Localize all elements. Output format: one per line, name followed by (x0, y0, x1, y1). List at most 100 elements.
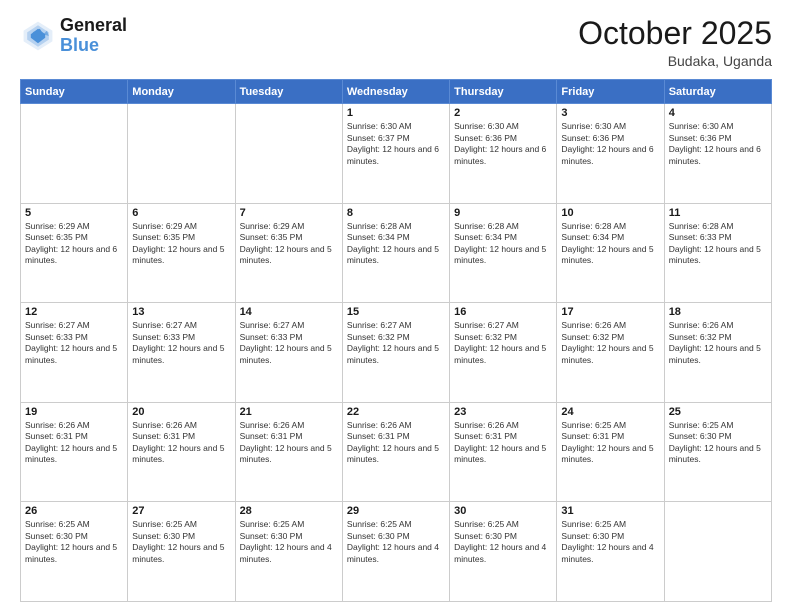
day-number: 18 (669, 306, 767, 318)
table-row: 28 Sunrise: 6:25 AMSunset: 6:30 PMDayligh… (235, 502, 342, 602)
week-row-4: 19 Sunrise: 6:26 AMSunset: 6:31 PMDayligh… (21, 402, 772, 502)
table-row: 3Sunrise: 6:30 AMSunset: 6:36 PMDaylight… (557, 104, 664, 204)
day-info: Sunrise: 6:25 AMSunset: 6:30 PMDaylight:… (25, 519, 123, 565)
day-number: 12 (25, 306, 123, 318)
table-row: 31 Sunrise: 6:25 AMSunset: 6:30 PMDayligh… (557, 502, 664, 602)
week-row-2: 5 Sunrise: 6:29 AMSunset: 6:35 PMDaylight… (21, 203, 772, 303)
page: General Blue October 2025 Budaka, Uganda… (0, 0, 792, 612)
day-number: 30 (454, 505, 552, 517)
table-row: 18Sunrise: 6:26 AMSunset: 6:32 PMDayligh… (664, 303, 771, 403)
table-row: 7 Sunrise: 6:29 AMSunset: 6:35 PMDaylight… (235, 203, 342, 303)
day-info: Sunrise: 6:27 AMSunset: 6:32 PMDaylight:… (454, 320, 552, 366)
col-monday: Monday (128, 80, 235, 104)
day-info: Sunrise: 6:28 AMSunset: 6:34 PMDaylight:… (561, 221, 659, 267)
table-row (21, 104, 128, 204)
logo-line2: Blue (60, 36, 127, 56)
day-number: 25 (669, 406, 767, 418)
day-info: Sunrise: 6:29 AMSunset: 6:35 PMDaylight:… (240, 221, 338, 267)
table-row: 9 Sunrise: 6:28 AMSunset: 6:34 PMDaylight… (450, 203, 557, 303)
table-row (128, 104, 235, 204)
calendar-table: Sunday Monday Tuesday Wednesday Thursday… (20, 79, 772, 602)
day-number: 9 (454, 207, 552, 219)
day-number: 15 (347, 306, 445, 318)
week-row-3: 12 Sunrise: 6:27 AMSunset: 6:33 PMDayligh… (21, 303, 772, 403)
day-number: 17 (561, 306, 659, 318)
table-row: 10Sunrise: 6:28 AMSunset: 6:34 PMDayligh… (557, 203, 664, 303)
day-info: Sunrise: 6:27 AMSunset: 6:32 PMDaylight:… (347, 320, 445, 366)
table-row: 1 Sunrise: 6:30 AMSunset: 6:37 PMDaylight… (342, 104, 449, 204)
day-info: Sunrise: 6:30 AMSunset: 6:36 PMDaylight:… (454, 121, 552, 167)
day-info: Sunrise: 6:30 AMSunset: 6:36 PMDaylight:… (669, 121, 767, 167)
day-number: 11 (669, 207, 767, 219)
day-info: Sunrise: 6:27 AMSunset: 6:33 PMDaylight:… (240, 320, 338, 366)
day-info: Sunrise: 6:26 AMSunset: 6:31 PMDaylight:… (240, 420, 338, 466)
col-friday: Friday (557, 80, 664, 104)
logo-line1: General (60, 16, 127, 36)
week-row-5: 26 Sunrise: 6:25 AMSunset: 6:30 PMDayligh… (21, 502, 772, 602)
day-number: 29 (347, 505, 445, 517)
location-subtitle: Budaka, Uganda (578, 53, 772, 69)
day-number: 13 (132, 306, 230, 318)
day-number: 22 (347, 406, 445, 418)
table-row: 14 Sunrise: 6:27 AMSunset: 6:33 PMDayligh… (235, 303, 342, 403)
table-row: 12 Sunrise: 6:27 AMSunset: 6:33 PMDayligh… (21, 303, 128, 403)
day-number: 31 (561, 505, 659, 517)
table-row: 22 Sunrise: 6:26 AMSunset: 6:31 PMDayligh… (342, 402, 449, 502)
day-info: Sunrise: 6:26 AMSunset: 6:31 PMDaylight:… (454, 420, 552, 466)
day-number: 19 (25, 406, 123, 418)
table-row: 26 Sunrise: 6:25 AMSunset: 6:30 PMDayligh… (21, 502, 128, 602)
col-wednesday: Wednesday (342, 80, 449, 104)
table-row: 21 Sunrise: 6:26 AMSunset: 6:31 PMDayligh… (235, 402, 342, 502)
day-number: 1 (347, 107, 445, 119)
day-info: Sunrise: 6:25 AMSunset: 6:30 PMDaylight:… (132, 519, 230, 565)
table-row: 27 Sunrise: 6:25 AMSunset: 6:30 PMDayligh… (128, 502, 235, 602)
col-saturday: Saturday (664, 80, 771, 104)
day-number: 21 (240, 406, 338, 418)
day-info: Sunrise: 6:25 AMSunset: 6:31 PMDaylight:… (561, 420, 659, 466)
table-row (664, 502, 771, 602)
day-number: 26 (25, 505, 123, 517)
table-row: 30Sunrise: 6:25 AMSunset: 6:30 PMDayligh… (450, 502, 557, 602)
day-info: Sunrise: 6:28 AMSunset: 6:34 PMDaylight:… (347, 221, 445, 267)
table-row: 16 Sunrise: 6:27 AMSunset: 6:32 PMDayligh… (450, 303, 557, 403)
table-row: 5Sunrise: 6:29 AMSunset: 6:35 PMDaylight… (21, 203, 128, 303)
day-info: Sunrise: 6:29 AMSunset: 6:35 PMDaylight:… (132, 221, 230, 267)
day-number: 16 (454, 306, 552, 318)
day-number: 27 (132, 505, 230, 517)
day-info: Sunrise: 6:26 AMSunset: 6:31 PMDaylight:… (347, 420, 445, 466)
day-info: Sunrise: 6:27 AMSunset: 6:33 PMDaylight:… (132, 320, 230, 366)
day-info: Sunrise: 6:26 AMSunset: 6:31 PMDaylight:… (132, 420, 230, 466)
day-info: Sunrise: 6:28 AMSunset: 6:34 PMDaylight:… (454, 221, 552, 267)
header: General Blue October 2025 Budaka, Uganda (20, 16, 772, 69)
day-info: Sunrise: 6:30 AMSunset: 6:37 PMDaylight:… (347, 121, 445, 167)
day-number: 3 (561, 107, 659, 119)
col-thursday: Thursday (450, 80, 557, 104)
table-row: 11Sunrise: 6:28 AMSunset: 6:33 PMDayligh… (664, 203, 771, 303)
day-number: 24 (561, 406, 659, 418)
table-row: 29 Sunrise: 6:25 AMSunset: 6:30 PMDayligh… (342, 502, 449, 602)
table-row: 8Sunrise: 6:28 AMSunset: 6:34 PMDaylight… (342, 203, 449, 303)
day-number: 2 (454, 107, 552, 119)
day-number: 28 (240, 505, 338, 517)
day-info: Sunrise: 6:26 AMSunset: 6:32 PMDaylight:… (561, 320, 659, 366)
logo-text: General Blue (60, 16, 127, 56)
day-info: Sunrise: 6:25 AMSunset: 6:30 PMDaylight:… (347, 519, 445, 565)
logo: General Blue (20, 16, 127, 56)
day-info: Sunrise: 6:26 AMSunset: 6:31 PMDaylight:… (25, 420, 123, 466)
header-row: Sunday Monday Tuesday Wednesday Thursday… (21, 80, 772, 104)
day-number: 7 (240, 207, 338, 219)
day-info: Sunrise: 6:27 AMSunset: 6:33 PMDaylight:… (25, 320, 123, 366)
day-number: 6 (132, 207, 230, 219)
table-row: 19 Sunrise: 6:26 AMSunset: 6:31 PMDayligh… (21, 402, 128, 502)
day-info: Sunrise: 6:25 AMSunset: 6:30 PMDaylight:… (240, 519, 338, 565)
day-number: 5 (25, 207, 123, 219)
table-row: 24 Sunrise: 6:25 AMSunset: 6:31 PMDayligh… (557, 402, 664, 502)
logo-icon (20, 18, 56, 54)
table-row: 17 Sunrise: 6:26 AMSunset: 6:32 PMDayligh… (557, 303, 664, 403)
day-number: 20 (132, 406, 230, 418)
table-row: 6 Sunrise: 6:29 AMSunset: 6:35 PMDaylight… (128, 203, 235, 303)
day-info: Sunrise: 6:25 AMSunset: 6:30 PMDaylight:… (561, 519, 659, 565)
table-row: 4Sunrise: 6:30 AMSunset: 6:36 PMDaylight… (664, 104, 771, 204)
day-number: 14 (240, 306, 338, 318)
title-block: October 2025 Budaka, Uganda (578, 16, 772, 69)
